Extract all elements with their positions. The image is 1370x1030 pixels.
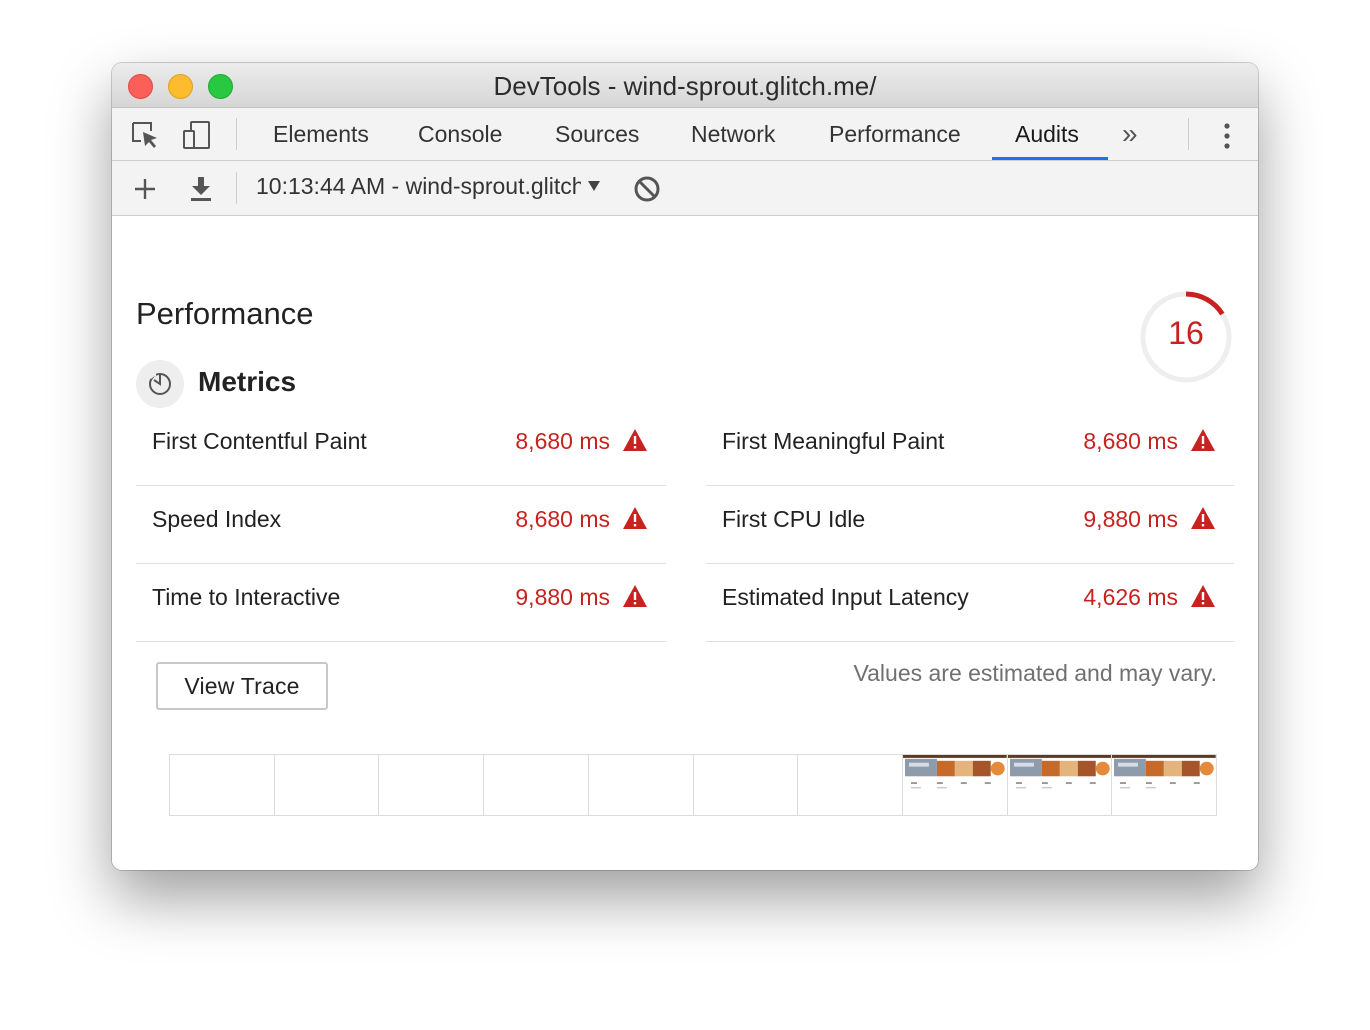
estimate-note: Values are estimated and may vary.: [853, 660, 1218, 686]
metric-first-contentful-paint: First Contentful Paint 8,680 ms: [136, 408, 666, 486]
warning-icon: [1191, 507, 1215, 529]
metric-value: 4,626 ms: [1083, 584, 1178, 610]
page-screenshot-thumbnail: [902, 755, 1007, 789]
download-icon[interactable]: [186, 174, 216, 204]
metric-value: 8,680 ms: [515, 506, 610, 532]
metric-value: 9,880 ms: [1083, 506, 1178, 532]
device-toolbar-icon[interactable]: [182, 120, 212, 150]
audit-report: Performance 16 Metrics First Contentful …: [112, 216, 1258, 870]
metric-first-meaningful-paint: First Meaningful Paint 8,680 ms: [706, 408, 1234, 486]
metric-value: 8,680 ms: [1083, 428, 1178, 454]
filmstrip-frame: [1007, 755, 1113, 815]
tabbar-separator: [236, 118, 237, 150]
tab-network[interactable]: Network: [691, 108, 775, 161]
score-value: 16: [1168, 315, 1204, 351]
tabbar-separator-right: [1188, 118, 1189, 150]
devtools-window: DevTools - wind-sprout.glitch.me/ Elemen…: [112, 63, 1258, 870]
filmstrip-frame: [693, 755, 799, 815]
filmstrip-frame: [484, 755, 589, 815]
window-title: DevTools - wind-sprout.glitch.me/: [493, 71, 877, 101]
tab-elements[interactable]: Elements: [273, 108, 369, 161]
filmstrip-frame: [798, 755, 903, 815]
filmstrip-frame: [588, 755, 694, 815]
tab-sources[interactable]: Sources: [555, 108, 639, 161]
add-icon[interactable]: [130, 174, 160, 204]
warning-icon: [623, 507, 647, 529]
tab-audits[interactable]: Audits: [1015, 108, 1079, 161]
page-screenshot-thumbnail: [1112, 755, 1217, 789]
title-bar: DevTools - wind-sprout.glitch.me/: [112, 63, 1258, 108]
warning-icon: [623, 429, 647, 451]
category-title: Performance: [136, 296, 314, 331]
metric-name: Speed Index: [152, 506, 282, 532]
tab-performance[interactable]: Performance: [829, 108, 961, 161]
filmstrip-frame: [170, 755, 275, 815]
metrics-icon: [136, 360, 184, 408]
report-selector[interactable]: 10:13:44 AM - wind-sprout.glitch.me/: [256, 173, 581, 200]
chevron-down-icon[interactable]: [588, 181, 600, 191]
metric-value: 8,680 ms: [515, 428, 610, 454]
metric-name: First CPU Idle: [722, 506, 866, 532]
active-tab-indicator: [992, 157, 1108, 160]
warning-icon: [623, 585, 647, 607]
metric-name: Time to Interactive: [152, 584, 341, 610]
view-trace-button[interactable]: View Trace: [156, 662, 328, 710]
metric-estimated-input-latency: Estimated Input Latency 4,626 ms: [706, 564, 1234, 642]
page-screenshot-thumbnail: [1007, 755, 1112, 789]
metric-name: First Contentful Paint: [152, 428, 367, 454]
filmstrip-frame: [274, 755, 380, 815]
metric-first-cpu-idle: First CPU Idle 9,880 ms: [706, 486, 1234, 564]
filmstrip-frame: [1112, 755, 1217, 815]
warning-icon: [1191, 585, 1215, 607]
metric-name: Estimated Input Latency: [722, 584, 969, 610]
metric-name: First Meaningful Paint: [722, 428, 945, 454]
metric-speed-index: Speed Index 8,680 ms: [136, 486, 666, 564]
filmstrip-frame: [902, 755, 1008, 815]
metric-value: 9,880 ms: [515, 584, 610, 610]
inspect-element-icon[interactable]: [130, 120, 160, 150]
more-tabs-icon[interactable]: »: [1122, 118, 1138, 150]
filmstrip: [169, 754, 1217, 816]
warning-icon: [1191, 429, 1215, 451]
metric-time-to-interactive: Time to Interactive 9,880 ms: [136, 564, 666, 642]
customize-menu-icon[interactable]: [1215, 122, 1239, 150]
filmstrip-frame: [379, 755, 485, 815]
audits-toolbar: 10:13:44 AM - wind-sprout.glitch.me/: [112, 161, 1258, 216]
devtools-tabbar: Elements Console Sources Network Perform…: [112, 108, 1258, 161]
toolbar-separator: [236, 172, 237, 204]
clear-icon[interactable]: [632, 174, 662, 204]
tab-console[interactable]: Console: [418, 108, 502, 161]
metrics-title: Metrics: [198, 366, 297, 397]
